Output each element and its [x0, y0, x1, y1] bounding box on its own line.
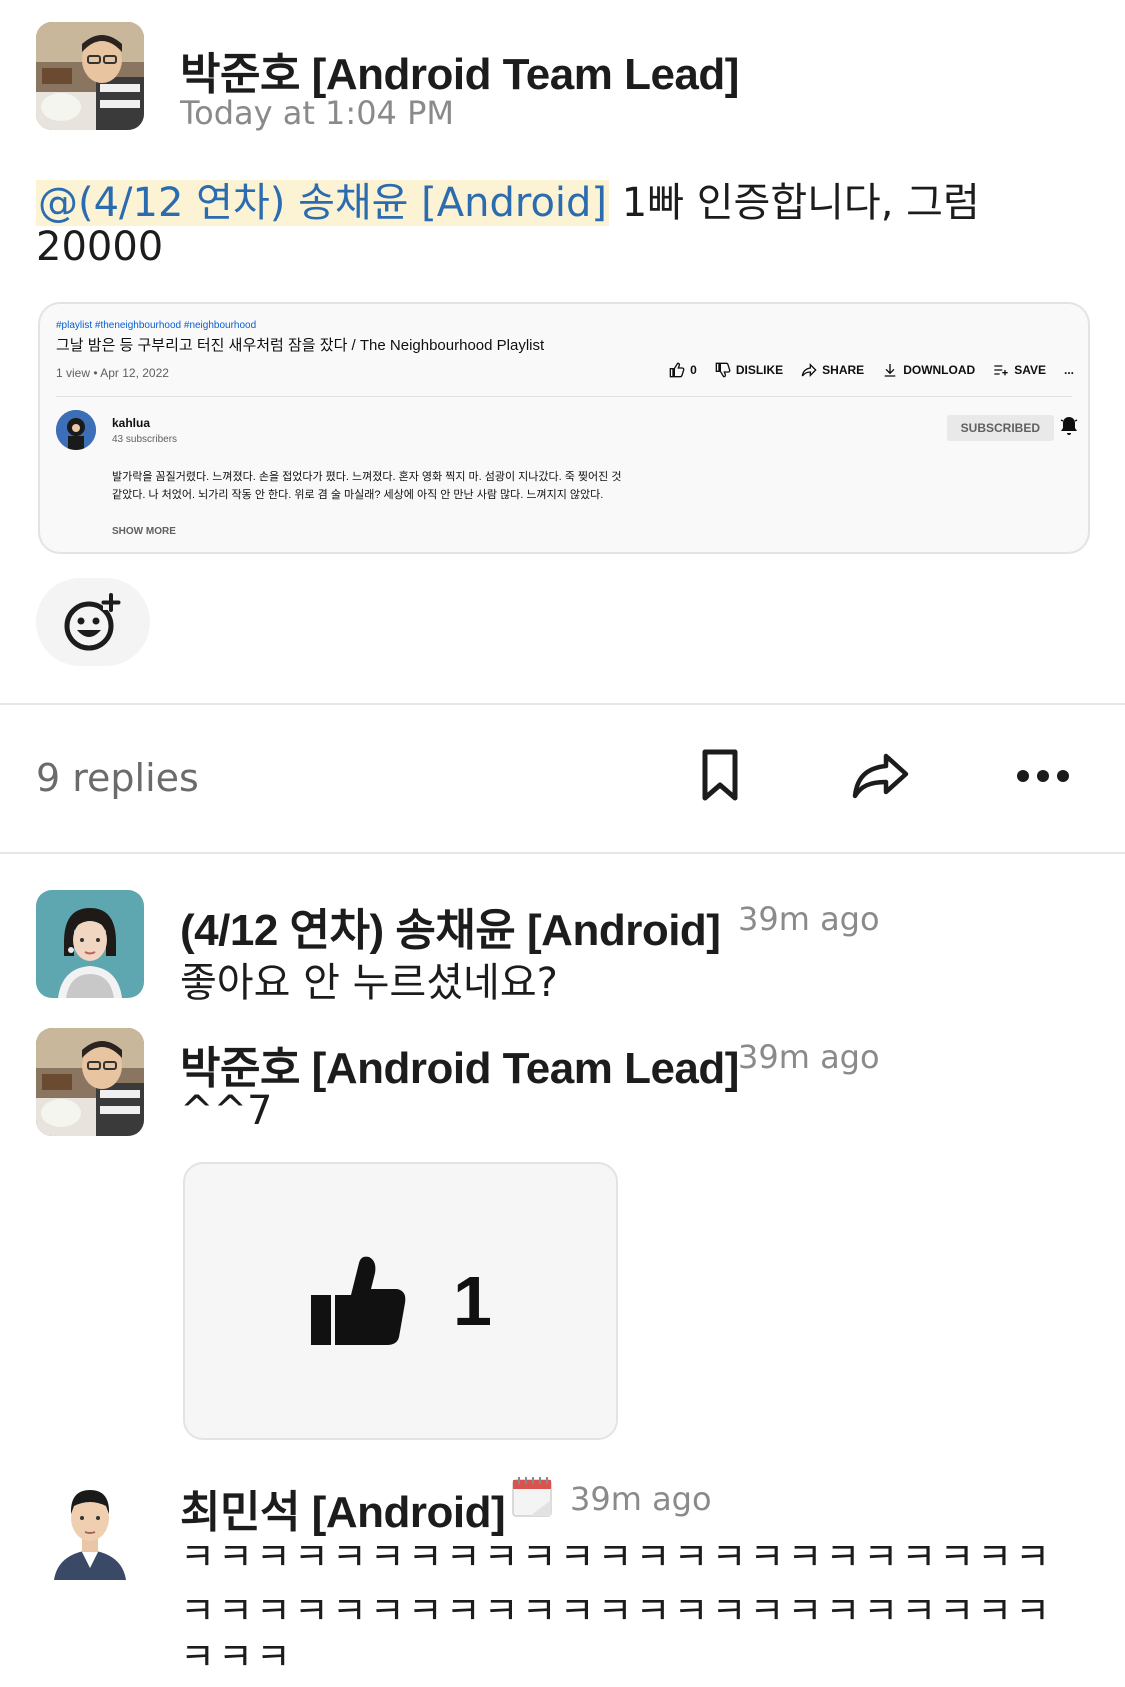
- forward-arrow-icon: [852, 753, 909, 799]
- author-avatar[interactable]: [36, 22, 144, 130]
- reply-author-name[interactable]: (4/12 연차) 송채윤 [Android]: [180, 894, 721, 958]
- video-description: 발가락을 꼼질거렸다. 느껴졌다. 손을 접었다가 폈다. 느껴졌다. 혼자 영…: [112, 471, 622, 501]
- more-options-button[interactable]: [1016, 768, 1070, 788]
- section-divider: [0, 852, 1125, 854]
- reply-author-name[interactable]: 박준호 [Android Team Lead]: [180, 1032, 739, 1096]
- channel-avatar: [56, 410, 96, 450]
- embed-divider: [56, 396, 1072, 397]
- download-icon: [884, 364, 896, 377]
- video-actions: 0 DISLIKE SHARE DOWNLOAD SAVE ...: [669, 362, 1074, 378]
- message-text-line2: 20000: [36, 224, 164, 270]
- channel-name: kahlua: [112, 416, 151, 430]
- user-mention[interactable]: @(4/12 연차) 송채윤 [Android]: [36, 180, 610, 226]
- reply-timestamp: 39m ago: [738, 1038, 880, 1076]
- attached-image-thumbs-up[interactable]: 1: [183, 1162, 618, 1440]
- share-icon: [801, 363, 817, 377]
- reply-text-line: ㅋㅋㅋ: [180, 1635, 294, 1679]
- more-action: ...: [1063, 363, 1074, 377]
- replies-count[interactable]: 9 replies: [36, 756, 199, 800]
- calendar-status-icon: [510, 1474, 554, 1524]
- like-action: 0: [669, 362, 697, 378]
- video-title: 그날 밤은 등 구부리고 터진 새우처럼 잠을 잤다 / The Neighbo…: [56, 337, 545, 354]
- section-divider: [0, 703, 1125, 705]
- bookmark-button[interactable]: [700, 748, 740, 806]
- video-views-date: 1 view • Apr 12, 2022: [56, 366, 169, 380]
- thumbs-up-count: 1: [453, 1262, 492, 1340]
- reply-text: 좋아요 안 누르셨네요?: [180, 960, 558, 1006]
- save-action: SAVE: [993, 362, 1046, 378]
- download-action: DOWNLOAD: [882, 362, 975, 378]
- reply-avatar[interactable]: [36, 1028, 144, 1136]
- message-text: 1빠 인증합니다, 그럼: [609, 180, 980, 226]
- more-horizontal-icon: [1017, 770, 1069, 782]
- reply-timestamp: 39m ago: [738, 900, 880, 938]
- attached-image[interactable]: #playlist #theneighbourhood #neighbourho…: [38, 302, 1090, 554]
- reply-text-line: ㅋㅋㅋㅋㅋㅋㅋㅋㅋㅋㅋㅋㅋㅋㅋㅋㅋㅋㅋㅋㅋㅋㅋ: [180, 1535, 1054, 1579]
- share-button[interactable]: [852, 752, 910, 804]
- message-text-line1: @(4/12 연차) 송채윤 [Android] 1빠 인증합니다, 그럼: [36, 170, 980, 228]
- channel-subscribers: 43 subscribers: [112, 434, 178, 445]
- add-reaction-button[interactable]: [36, 578, 150, 666]
- show-more-label: SHOW MORE: [112, 526, 176, 537]
- subscribed-badge: SUBSCRIBED: [946, 415, 1054, 441]
- thumbs-up-icon: [669, 362, 685, 378]
- dislike-action: DISLIKE: [715, 362, 783, 378]
- playlist-add-icon: [994, 365, 1008, 376]
- video-hashtags: #playlist #theneighbourhood #neighbourho…: [56, 320, 257, 331]
- reply-text: ^^7: [180, 1088, 273, 1134]
- thumbs-up-icon: [311, 1256, 406, 1345]
- message-timestamp: Today at 1:04 PM: [180, 94, 454, 132]
- reply-avatar[interactable]: [36, 1472, 144, 1580]
- reply-avatar[interactable]: [36, 890, 144, 998]
- author-name[interactable]: 박준호 [Android Team Lead]: [180, 38, 739, 102]
- reply-timestamp: 39m ago: [570, 1480, 712, 1518]
- add-emoji-icon: [64, 593, 121, 651]
- bookmark-icon: [702, 749, 738, 801]
- thumbs-down-icon: [715, 362, 731, 378]
- share-action: SHARE: [801, 362, 864, 378]
- bell-icon: [1060, 416, 1078, 441]
- reply-text-line: ㅋㅋㅋㅋㅋㅋㅋㅋㅋㅋㅋㅋㅋㅋㅋㅋㅋㅋㅋㅋㅋㅋㅋ: [180, 1589, 1054, 1633]
